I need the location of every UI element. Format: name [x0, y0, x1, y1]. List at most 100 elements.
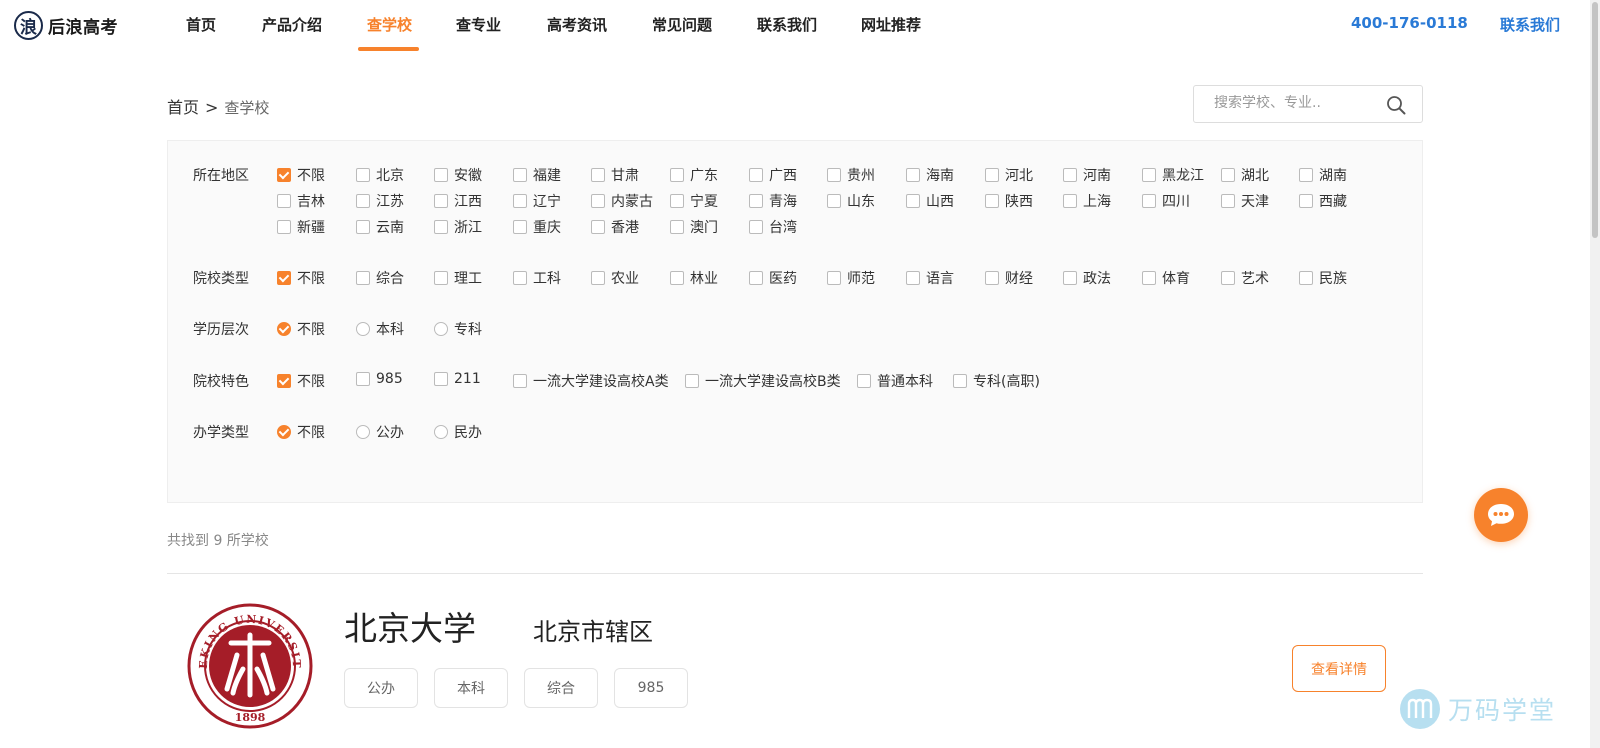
breadcrumb-home[interactable]: 首页: [167, 98, 199, 117]
checkbox-icon[interactable]: [827, 271, 841, 285]
checkbox-icon[interactable]: [356, 271, 370, 285]
filter-checkbox-option[interactable]: 台湾: [749, 217, 797, 237]
filter-radio-option[interactable]: 本科: [356, 319, 404, 339]
filter-checkbox-option[interactable]: 河北: [985, 165, 1033, 185]
filter-checkbox-option[interactable]: 普通本科: [857, 371, 933, 391]
phone-number[interactable]: 400-176-0118: [1351, 14, 1468, 32]
checkbox-icon[interactable]: [749, 194, 763, 208]
filter-checkbox-option[interactable]: 理工: [434, 268, 482, 288]
radio-icon[interactable]: [356, 425, 370, 439]
filter-checkbox-option[interactable]: 不限: [277, 165, 325, 185]
checkbox-icon[interactable]: [1142, 194, 1156, 208]
checkbox-icon[interactable]: [670, 271, 684, 285]
checkbox-icon[interactable]: [985, 271, 999, 285]
checkbox-icon[interactable]: [356, 194, 370, 208]
filter-checkbox-option[interactable]: 农业: [591, 268, 639, 288]
checkbox-icon[interactable]: [670, 220, 684, 234]
check-icon[interactable]: [277, 374, 291, 388]
checkbox-icon[interactable]: [1221, 194, 1235, 208]
checkbox-icon[interactable]: [906, 194, 920, 208]
check-icon[interactable]: [277, 168, 291, 182]
checkbox-icon[interactable]: [1063, 168, 1077, 182]
filter-checkbox-option[interactable]: 艺术: [1221, 268, 1269, 288]
filter-checkbox-option[interactable]: 浙江: [434, 217, 482, 237]
checkbox-icon[interactable]: [434, 168, 448, 182]
checkbox-icon[interactable]: [749, 168, 763, 182]
filter-checkbox-option[interactable]: 上海: [1063, 191, 1111, 211]
filter-checkbox-option[interactable]: 青海: [749, 191, 797, 211]
scrollbar-thumb[interactable]: [1592, 2, 1598, 238]
checkbox-icon[interactable]: [434, 194, 448, 208]
checkbox-icon[interactable]: [906, 168, 920, 182]
filter-checkbox-option[interactable]: 黑龙江: [1142, 165, 1204, 185]
filter-checkbox-option[interactable]: 香港: [591, 217, 639, 237]
checkbox-icon[interactable]: [591, 168, 605, 182]
filter-checkbox-option[interactable]: 工科: [513, 268, 561, 288]
filter-checkbox-option[interactable]: 福建: [513, 165, 561, 185]
nav-item[interactable]: 查专业: [456, 14, 501, 35]
filter-checkbox-option[interactable]: 北京: [356, 165, 404, 185]
filter-checkbox-option[interactable]: 江西: [434, 191, 482, 211]
contact-link[interactable]: 联系我们: [1500, 14, 1560, 35]
checkbox-icon[interactable]: [591, 271, 605, 285]
page-scrollbar[interactable]: [1590, 0, 1600, 748]
filter-checkbox-option[interactable]: 综合: [356, 268, 404, 288]
filter-checkbox-option[interactable]: 体育: [1142, 268, 1190, 288]
filter-radio-option[interactable]: 专科: [434, 319, 482, 339]
brand-logo[interactable]: 浪 后浪高考: [14, 10, 118, 40]
checkbox-icon[interactable]: [1221, 271, 1235, 285]
checkbox-icon[interactable]: [513, 271, 527, 285]
chat-button[interactable]: [1474, 488, 1528, 542]
checkbox-icon[interactable]: [356, 372, 370, 386]
nav-item[interactable]: 产品介绍: [262, 14, 322, 35]
filter-checkbox-option[interactable]: 河南: [1063, 165, 1111, 185]
filter-checkbox-option[interactable]: 湖北: [1221, 165, 1269, 185]
filter-checkbox-option[interactable]: 师范: [827, 268, 875, 288]
filter-checkbox-option[interactable]: 辽宁: [513, 191, 561, 211]
view-detail-button[interactable]: 查看详情: [1292, 645, 1386, 692]
filter-checkbox-option[interactable]: 财经: [985, 268, 1033, 288]
nav-item[interactable]: 联系我们: [757, 14, 817, 35]
checkbox-icon[interactable]: [827, 168, 841, 182]
filter-checkbox-option[interactable]: 山东: [827, 191, 875, 211]
checkbox-icon[interactable]: [827, 194, 841, 208]
filter-checkbox-option[interactable]: 林业: [670, 268, 718, 288]
filter-checkbox-option[interactable]: 211: [434, 371, 481, 387]
radio-icon[interactable]: [434, 425, 448, 439]
checkbox-icon[interactable]: [670, 194, 684, 208]
filter-checkbox-option[interactable]: 澳门: [670, 217, 718, 237]
filter-checkbox-option[interactable]: 广西: [749, 165, 797, 185]
search-input[interactable]: [1214, 95, 1374, 111]
nav-item[interactable]: 网址推荐: [861, 14, 921, 35]
checkbox-icon[interactable]: [906, 271, 920, 285]
checkbox-icon[interactable]: [434, 220, 448, 234]
checkbox-icon[interactable]: [277, 194, 291, 208]
checkbox-icon[interactable]: [1221, 168, 1235, 182]
checkbox-icon[interactable]: [591, 194, 605, 208]
checkbox-icon[interactable]: [513, 374, 527, 388]
nav-item[interactable]: 高考资讯: [547, 14, 607, 35]
filter-checkbox-option[interactable]: 海南: [906, 165, 954, 185]
checkbox-icon[interactable]: [670, 168, 684, 182]
checkbox-icon[interactable]: [1142, 271, 1156, 285]
filter-checkbox-option[interactable]: 甘肃: [591, 165, 639, 185]
checkbox-icon[interactable]: [685, 374, 699, 388]
checkbox-icon[interactable]: [356, 168, 370, 182]
filter-checkbox-option[interactable]: 四川: [1142, 191, 1190, 211]
filter-checkbox-option[interactable]: 语言: [906, 268, 954, 288]
checkbox-icon[interactable]: [434, 372, 448, 386]
checkbox-icon[interactable]: [1299, 271, 1313, 285]
filter-checkbox-option[interactable]: 安徽: [434, 165, 482, 185]
checkbox-icon[interactable]: [985, 168, 999, 182]
checkbox-icon[interactable]: [749, 220, 763, 234]
checkbox-icon[interactable]: [356, 220, 370, 234]
check-icon[interactable]: [277, 322, 291, 336]
checkbox-icon[interactable]: [985, 194, 999, 208]
checkbox-icon[interactable]: [1299, 168, 1313, 182]
filter-checkbox-option[interactable]: 广东: [670, 165, 718, 185]
filter-checkbox-option[interactable]: 一流大学建设高校B类: [685, 371, 841, 391]
checkbox-icon[interactable]: [591, 220, 605, 234]
filter-checkbox-option[interactable]: 内蒙古: [591, 191, 653, 211]
filter-checkbox-option[interactable]: 不限: [277, 268, 325, 288]
checkbox-icon[interactable]: [434, 271, 448, 285]
